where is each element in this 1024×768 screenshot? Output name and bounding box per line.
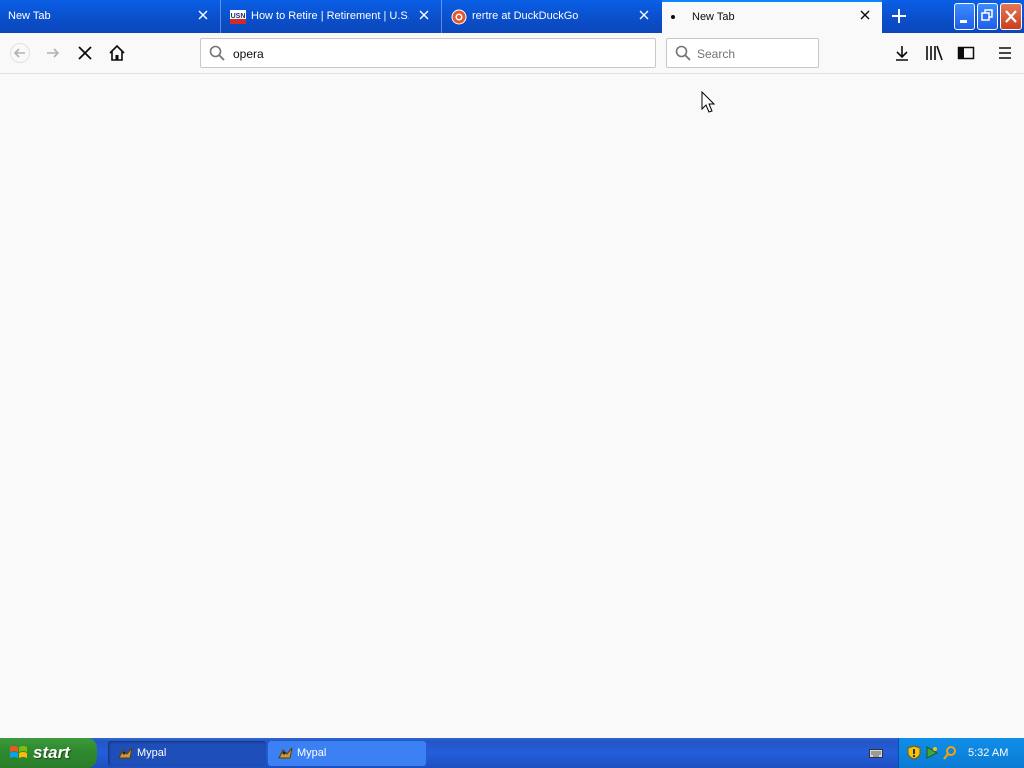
system-tray: 5:32 AM [898,738,1024,768]
forward-arrow-icon[interactable] [41,41,65,65]
close-icon[interactable] [637,8,651,24]
svg-text:USN: USN [231,13,246,20]
navigation-toolbar: opera Search [0,33,1024,74]
close-icon[interactable] [858,8,872,24]
tab-new-tab-active[interactable]: New Tab [662,0,882,33]
tab-title: rertre at DuckDuckGo [472,10,579,22]
dot-icon [670,9,686,25]
new-tab-plus-icon[interactable] [889,6,909,26]
usn-icon: USN [230,9,246,25]
start-button[interactable]: start [0,738,97,768]
tab-new-tab-1[interactable]: New Tab [0,0,220,33]
taskbar-button-label: Mypal [137,747,167,759]
tab-title: How to Retire | Retirement | U.S. [251,10,409,22]
taskbar-button-mypal[interactable]: Mypal [108,741,266,766]
minimize-button[interactable] [954,3,975,30]
close-window-button[interactable] [1000,3,1022,30]
tab-duckduckgo[interactable]: rertre at DuckDuckGo [442,0,661,33]
taskbar: start Mypal Mypal 5:32 AM [0,738,1024,768]
mypal-app-icon [118,746,134,761]
close-icon[interactable] [417,8,431,24]
sidebar-icon[interactable] [954,41,978,65]
search-icon [209,45,225,64]
search-tray-icon[interactable] [943,745,957,760]
search-icon [675,45,691,64]
back-arrow-icon[interactable] [8,41,32,65]
url-text[interactable]: opera [233,47,264,61]
restore-button[interactable] [977,3,998,30]
tab-title: New Tab [692,11,735,23]
taskbar-button-label: Mypal [297,747,327,759]
menu-hamburger-icon[interactable] [993,41,1017,65]
page-content[interactable] [0,74,1024,738]
library-icon[interactable] [922,41,946,65]
close-icon[interactable] [196,8,210,24]
clock[interactable]: 5:32 AM [968,747,1008,759]
taskbar-button-mypal[interactable]: Mypal [268,741,426,766]
keyboard-language-icon[interactable] [869,747,883,759]
security-shield-icon[interactable] [907,745,921,760]
download-icon[interactable] [890,41,914,65]
url-bar[interactable]: opera [200,38,656,68]
search-bar[interactable]: Search [666,38,819,68]
search-placeholder[interactable]: Search [697,47,735,61]
network-icon[interactable] [925,745,939,760]
tab-retire[interactable]: USN How to Retire | Retirement | U.S. [221,0,441,33]
tab-title: New Tab [8,10,51,22]
duckduckgo-icon [451,9,467,25]
mouse-cursor-icon [701,90,717,118]
windows-logo-icon [9,744,29,762]
start-label: start [33,743,70,762]
mypal-app-icon [278,746,294,761]
home-icon[interactable] [105,41,129,65]
stop-loading-icon[interactable] [73,41,97,65]
tab-strip: New Tab USN How to Retire | Retirement |… [0,0,1024,33]
